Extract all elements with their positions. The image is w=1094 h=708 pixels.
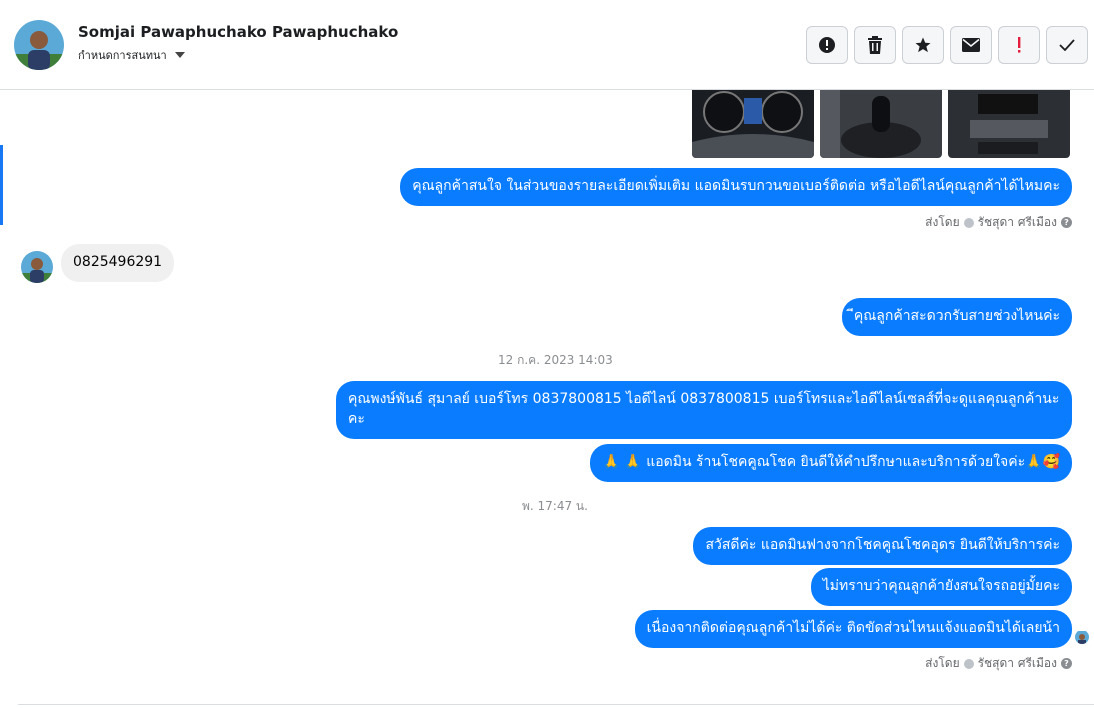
help-icon[interactable]: ? xyxy=(1061,217,1072,228)
left-accent-bar xyxy=(0,145,3,225)
car-dashboard-image[interactable] xyxy=(692,90,814,158)
seen-avatar xyxy=(1075,630,1089,644)
mark-unread-button[interactable] xyxy=(950,26,992,64)
trash-icon xyxy=(868,36,882,54)
agent-avatar-icon xyxy=(963,658,974,669)
caret-down-icon xyxy=(174,52,185,58)
checkmark-icon xyxy=(1059,39,1075,51)
composer-divider xyxy=(18,704,1094,708)
sent-by-label: ส่งโดย xyxy=(925,215,960,229)
sent-by-name[interactable]: รัชสุดา ศรีเมือง xyxy=(978,213,1057,232)
mark-done-button[interactable] xyxy=(1046,26,1088,64)
conversation-setting-label: กำหนดการสนทนา xyxy=(78,49,167,62)
outgoing-message[interactable]: ีคุณลูกค้าสะดวกรับสายช่วงไหนค่ะ xyxy=(841,298,1072,336)
outgoing-message[interactable]: 🙏 🙏 แอดมิน ร้านโชคคูณโชค ยินดีให้คำปรึกษ… xyxy=(590,444,1072,482)
sent-by-info: ส่งโดย รัชสุดา ศรีเมือง ? xyxy=(925,213,1072,232)
contact-avatar[interactable] xyxy=(14,20,64,70)
agent-avatar-icon xyxy=(963,217,974,228)
red-exclamation-icon xyxy=(1018,37,1021,53)
sent-by-info: ส่งโดย รัชสุดา ศรีเมือง ? xyxy=(925,654,1072,673)
delete-button[interactable] xyxy=(854,26,896,64)
sent-by-name[interactable]: รัชสุดา ศรีเมือง xyxy=(978,654,1057,673)
help-icon[interactable]: ? xyxy=(1061,658,1072,669)
exclamation-circle-icon xyxy=(819,37,835,53)
star-icon xyxy=(915,37,931,53)
sent-by-label: ส่งโดย xyxy=(925,656,960,670)
conversation-header: Somjai Pawaphuchako Pawaphuchako กำหนดกา… xyxy=(0,0,1094,90)
outgoing-message[interactable]: คุณลูกค้าสนใจ ในส่วนของรายละเอียดเพิ่มเต… xyxy=(400,168,1072,206)
car-gear-shift-image[interactable] xyxy=(820,90,942,158)
message-timestamp: พ. 17:47 น. xyxy=(522,499,588,513)
outgoing-message[interactable]: ไม่ทราบว่าคุณลูกค้ายังสนใจรถอยู่มั้ยคะ xyxy=(810,568,1072,606)
sender-avatar[interactable] xyxy=(21,251,53,283)
outgoing-message[interactable]: คุณพงษ์พันธ์ สุมาลย์ เบอร์โทร 0837800815… xyxy=(336,381,1072,439)
mark-spam-button[interactable] xyxy=(806,26,848,64)
outgoing-message[interactable]: เนื่องจากติดต่อคุณลูกค้าไม่ได้ค่ะ ติดขัด… xyxy=(634,610,1072,648)
priority-button[interactable] xyxy=(998,26,1040,64)
envelope-icon xyxy=(962,38,980,52)
message-timestamp: 12 ก.ค. 2023 14:03 xyxy=(498,353,613,367)
action-toolbar xyxy=(806,26,1088,64)
conversation-setting-dropdown[interactable]: กำหนดการสนทนา xyxy=(78,46,185,64)
star-button[interactable] xyxy=(902,26,944,64)
outgoing-message[interactable]: สวัสดีค่ะ แอดมินฟางจากโชคคูณโชคอุดร ยินด… xyxy=(693,527,1072,565)
car-console-image[interactable] xyxy=(948,90,1070,158)
incoming-message[interactable]: 0825496291 xyxy=(61,244,175,282)
contact-name[interactable]: Somjai Pawaphuchako Pawaphuchako xyxy=(78,23,398,41)
